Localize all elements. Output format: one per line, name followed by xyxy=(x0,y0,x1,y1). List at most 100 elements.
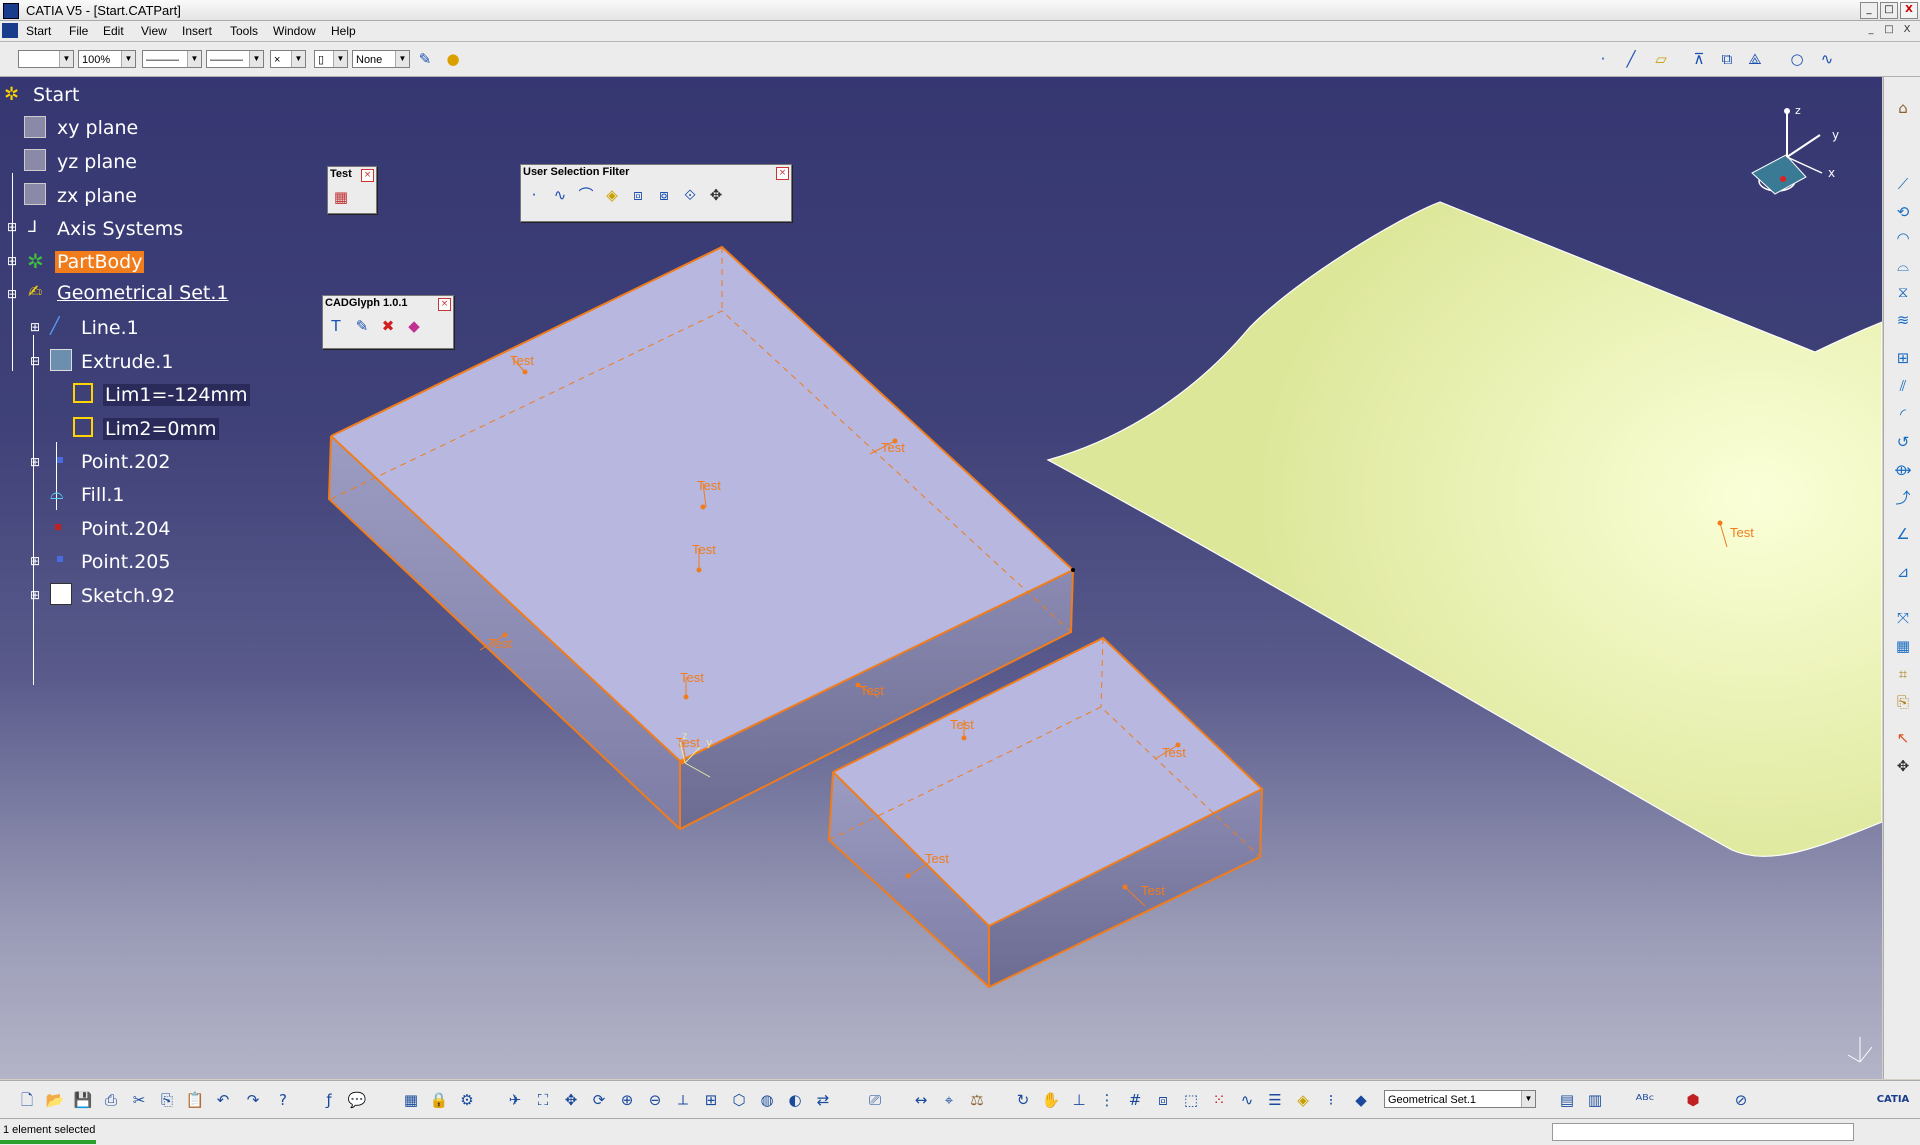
axis-system-tool-icon[interactable]: ⤧ xyxy=(1892,607,1914,629)
shading-icon[interactable]: ◍ xyxy=(756,1089,778,1111)
render-icon[interactable]: ⎚ xyxy=(864,1089,886,1111)
cut-icon[interactable]: ✂ xyxy=(128,1089,150,1111)
extrapolate-icon[interactable]: ⟴ xyxy=(1892,459,1914,481)
tree-node-lim2[interactable]: Lim2=0mm xyxy=(103,417,219,441)
line-thickness-combo[interactable]: ——— ▼ xyxy=(142,50,202,68)
expand-icon[interactable]: ⊞ xyxy=(7,221,17,233)
measure-item-icon[interactable]: ⌖ xyxy=(938,1089,960,1111)
layer-combo[interactable]: None ▼ xyxy=(352,50,410,68)
tree-node-point204[interactable]: Point.204 xyxy=(79,517,172,541)
render-style-combo[interactable]: ▯ ▼ xyxy=(314,50,348,68)
translate-icon[interactable]: ↺ xyxy=(1892,431,1914,453)
color-combo[interactable]: ▼ xyxy=(18,50,74,68)
comment-icon[interactable]: 💬 xyxy=(346,1089,368,1111)
formula-icon[interactable]: ƒ xyxy=(318,1089,340,1111)
surface-filter-icon[interactable]: ⌒ xyxy=(575,184,597,206)
list-icon[interactable]: ⁝ xyxy=(1320,1089,1342,1111)
menu-view[interactable]: View xyxy=(141,24,167,38)
revolve-icon[interactable]: ⟲ xyxy=(1892,201,1914,223)
powercopy-icon[interactable]: ⎘ xyxy=(1892,691,1914,713)
multi-view-icon[interactable]: ⊞ xyxy=(700,1089,722,1111)
tree-node-lim1[interactable]: Lim1=-124mm xyxy=(103,383,250,407)
fit-all-icon[interactable]: ⛶ xyxy=(532,1089,554,1111)
edit-glyph-icon[interactable]: ✎ xyxy=(351,315,373,337)
menu-tools[interactable]: Tools xyxy=(230,24,258,38)
multi-section-icon[interactable]: ⧖ xyxy=(1892,281,1914,303)
graphic-properties-icon[interactable]: ● xyxy=(442,48,464,70)
apply-icon[interactable]: ▥ xyxy=(1584,1089,1606,1111)
undo-icon[interactable]: ↶ xyxy=(212,1089,234,1111)
text-tool-icon[interactable]: ᴬᴮᶜ xyxy=(1634,1089,1656,1111)
point-filter-icon[interactable]: · xyxy=(523,184,545,206)
work-object-combo[interactable]: Geometrical Set.1 ▼ xyxy=(1384,1090,1536,1108)
expand-icon[interactable]: ⊞ xyxy=(30,321,40,333)
3d-viewport[interactable]: Test Test Test Test Test Test Test Test … xyxy=(0,77,1882,1079)
transparency-combo[interactable]: 100% ▼ xyxy=(78,50,136,68)
text-glyph-icon[interactable]: T xyxy=(325,315,347,337)
tree-node-sketch[interactable]: Sketch.92 xyxy=(79,584,177,608)
tree-node-line[interactable]: Line.1 xyxy=(79,316,141,340)
show-icon[interactable]: ▤ xyxy=(1556,1089,1578,1111)
menu-start[interactable]: Start xyxy=(26,24,51,38)
tree-node-zx-plane[interactable]: zx plane xyxy=(55,184,139,208)
select-icon[interactable]: ↖ xyxy=(1892,727,1914,749)
law-icon[interactable]: ⤴ xyxy=(1892,487,1914,509)
painter-icon[interactable]: ✎ xyxy=(414,48,436,70)
open-icon[interactable]: 📂 xyxy=(44,1089,66,1111)
menu-window[interactable]: Window xyxy=(273,24,316,38)
intersection-edges-icon[interactable]: ⟐ xyxy=(679,184,701,206)
tree-icon[interactable]: ⋮ xyxy=(1096,1089,1118,1111)
tree-node-extrude[interactable]: Extrude.1 xyxy=(79,350,175,374)
doc-close-button[interactable]: X xyxy=(1900,23,1914,36)
test-tool-icon[interactable]: ▦ xyxy=(330,186,352,208)
compass[interactable]: z y x xyxy=(1751,104,1839,195)
user-selection-filter-palette[interactable]: User Selection Filter × · ∿ ⌒ ◈ ⧈ ⧇ ⟐ ✥ xyxy=(520,164,792,222)
feature-element-filter-icon[interactable]: ⧈ xyxy=(627,184,649,206)
axis-tool-icon[interactable]: ⊥ xyxy=(1068,1089,1090,1111)
new-icon[interactable]: 🗋 xyxy=(16,1089,38,1111)
grid-tool-icon[interactable]: # xyxy=(1124,1089,1146,1111)
part-icon[interactable]: ⬢ xyxy=(1682,1089,1704,1111)
save-icon[interactable]: 💾 xyxy=(72,1089,94,1111)
delete-glyph-icon[interactable]: ✖ xyxy=(377,315,399,337)
spline-icon[interactable]: ∿ xyxy=(1816,48,1838,70)
paste-icon[interactable]: 📋 xyxy=(184,1089,206,1111)
line-type-combo[interactable]: ——— ▼ xyxy=(206,50,264,68)
zoom-in-icon[interactable]: ⊕ xyxy=(616,1089,638,1111)
expand-icon[interactable]: ⊞ xyxy=(7,255,17,267)
tree-node-geometrical-set[interactable]: Geometrical Set.1 xyxy=(55,281,231,305)
close-icon[interactable]: × xyxy=(361,169,374,182)
swap-visible-icon[interactable]: ⇄ xyxy=(812,1089,834,1111)
collapse-icon[interactable]: ⊟ xyxy=(7,288,17,300)
blend-icon[interactable]: ≋ xyxy=(1892,309,1914,331)
projection-icon[interactable]: ⊼ xyxy=(1688,48,1710,70)
document-icon[interactable] xyxy=(2,23,18,38)
join-icon[interactable]: ⊞ xyxy=(1892,347,1914,369)
analysis-tool-icon[interactable]: ⊘ xyxy=(1730,1089,1752,1111)
fill-tool-icon[interactable]: ⌓ xyxy=(1892,255,1914,277)
measure-icon[interactable]: ↔ xyxy=(910,1089,932,1111)
menu-help[interactable]: Help xyxy=(331,24,356,38)
cube-icon[interactable]: ⧈ xyxy=(1152,1089,1174,1111)
grid-icon[interactable]: ▦ xyxy=(1892,635,1914,657)
circle-icon[interactable]: ○ xyxy=(1786,48,1808,70)
line-icon[interactable]: ╱ xyxy=(1620,48,1642,70)
zoom-out-icon[interactable]: ⊖ xyxy=(644,1089,666,1111)
extrude-tool-icon[interactable]: ⟋ xyxy=(1892,173,1914,195)
sketch-tool-icon[interactable]: ∠ xyxy=(1892,523,1914,545)
pan-icon[interactable]: ✥ xyxy=(560,1089,582,1111)
plane-icon[interactable]: ▱ xyxy=(1650,48,1672,70)
redo-icon[interactable]: ↷ xyxy=(242,1089,264,1111)
maximize-button[interactable]: □ xyxy=(1880,2,1898,19)
doc-minimize-button[interactable]: _ xyxy=(1864,23,1878,36)
catalog-icon[interactable]: ⌗ xyxy=(1892,663,1914,685)
tools-icon[interactable]: ⚙ xyxy=(456,1089,478,1111)
minimize-button[interactable]: _ xyxy=(1860,2,1878,19)
curve-filter-icon[interactable]: ∿ xyxy=(549,184,571,206)
tree-node-point205[interactable]: Point.205 xyxy=(79,550,172,574)
normal-view-icon[interactable]: ⟂ xyxy=(672,1089,694,1111)
eraser-icon[interactable]: ◆ xyxy=(403,315,425,337)
analysis-icon[interactable]: ⊿ xyxy=(1892,561,1914,583)
cadglyph-palette[interactable]: CADGlyph 1.0.1 × T ✎ ✖ ◆ xyxy=(322,295,454,349)
expand-icon[interactable]: ⊞ xyxy=(30,456,40,468)
